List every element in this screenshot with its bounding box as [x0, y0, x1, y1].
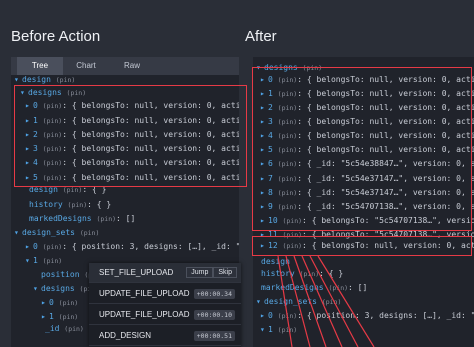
action-item[interactable]: UPDATE_FILE_UPLOAD +00:00.34 — [89, 284, 241, 304]
tree-node-marked-designs[interactable]: markedDesigns (pin): [] — [29, 213, 135, 225]
expanded-arrow-icon[interactable]: ▾ — [14, 227, 22, 239]
expanded-arrow-icon[interactable]: ▾ — [25, 255, 33, 267]
tree-node-item[interactable]: ▸ 1 (pin) — [41, 311, 78, 323]
collapsed-arrow-icon[interactable]: ▸ — [25, 241, 33, 253]
tree-node-design-sets[interactable]: ▾ design_sets (pin) — [14, 227, 99, 239]
before-designs-highlight — [14, 85, 247, 187]
expanded-arrow-icon[interactable]: ▾ — [260, 324, 268, 336]
collapsed-arrow-icon[interactable]: ▸ — [260, 310, 268, 322]
tab-raw[interactable]: Raw — [109, 57, 155, 75]
tree-node-design-sets[interactable]: ▾ design_sets (pin) — [256, 296, 341, 308]
before-action-heading: Before Action — [11, 28, 101, 45]
action-timestamp: +00:00.10 — [193, 310, 235, 320]
tree-node-item[interactable]: ▾ 1 (pin) — [260, 324, 297, 336]
expanded-arrow-icon[interactable]: ▾ — [33, 283, 41, 295]
tree-node-item[interactable]: ▾ 1 (pin) — [25, 255, 62, 267]
action-item[interactable]: ADD_DESIGN +00:00.51 — [89, 326, 241, 346]
tree-node-item[interactable]: ▸ 0 (pin) — [41, 297, 78, 309]
expanded-arrow-icon[interactable]: ▾ — [256, 296, 264, 308]
inspector-tabs: Tree Chart Raw — [11, 57, 239, 75]
tab-tree[interactable]: Tree — [17, 57, 63, 75]
tree-node-item[interactable]: ▸ 0 (pin): { position: 3, designs: […], _… — [25, 241, 239, 253]
after-heading: After — [245, 28, 277, 45]
action-timestamp: +00:00.34 — [193, 289, 235, 299]
action-list: SET_FILE_UPLOAD Jump Skip UPDATE_FILE_UP… — [89, 263, 241, 347]
after-designs-highlight — [252, 67, 472, 231]
tree-node-marked-designs[interactable]: markedDesigns (pin): [] — [261, 282, 367, 294]
jump-button[interactable]: Jump — [186, 267, 214, 278]
action-item[interactable]: UPDATE_FILE_UPLOAD +00:00.10 — [89, 305, 241, 325]
tree-node-item[interactable]: ▸ 0 (pin): { position: 3, designs: […], _… — [260, 310, 474, 322]
action-timestamp: +00:00.51 — [193, 331, 235, 341]
collapsed-arrow-icon[interactable]: ▸ — [41, 311, 49, 323]
skip-button[interactable]: Skip — [213, 267, 237, 278]
tree-node-history[interactable]: history (pin): { } — [261, 268, 343, 280]
tab-chart[interactable]: Chart — [63, 57, 109, 75]
tree-node-id[interactable]: _id (pin) — [45, 323, 84, 335]
collapsed-arrow-icon[interactable]: ▸ — [41, 297, 49, 309]
new-design-highlight — [252, 236, 472, 256]
tree-node-design-object[interactable]: design — [261, 256, 290, 268]
tree-node-history[interactable]: history (pin): { } — [29, 199, 111, 211]
action-item[interactable]: SET_FILE_UPLOAD Jump Skip — [89, 263, 241, 283]
